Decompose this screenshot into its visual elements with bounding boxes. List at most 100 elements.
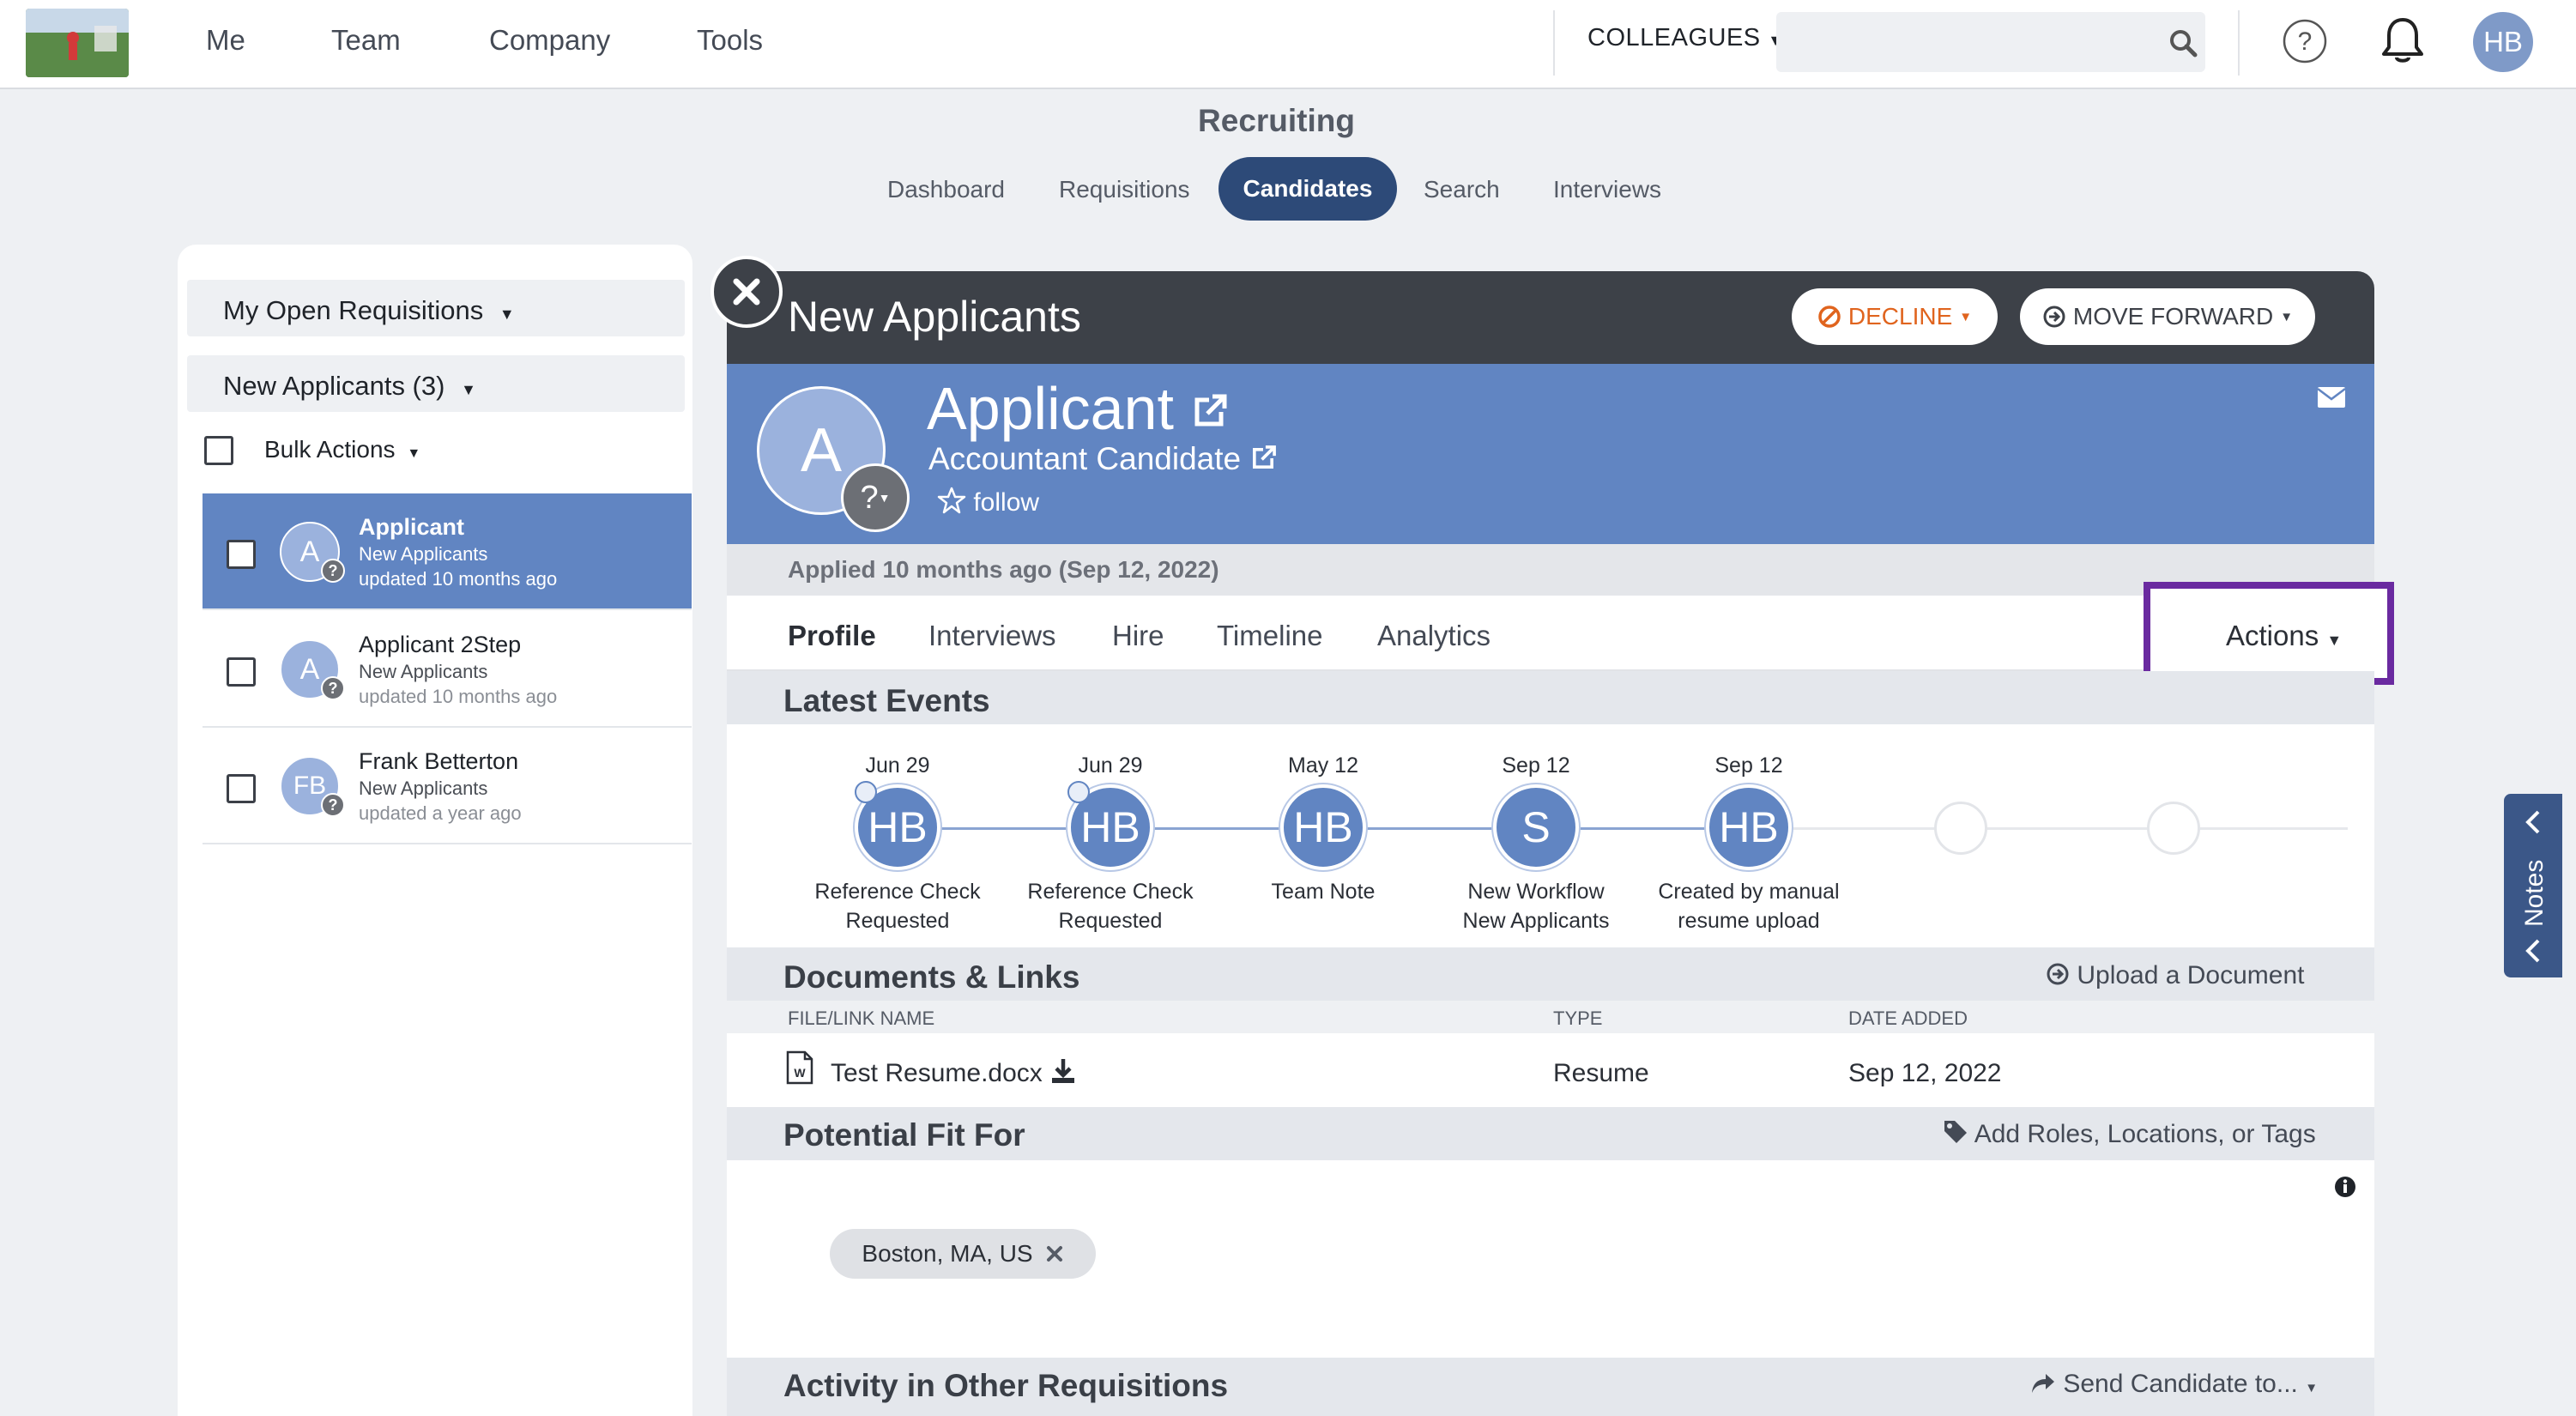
candidate-checkbox[interactable] [227, 657, 256, 687]
external-link-icon[interactable] [1190, 393, 1228, 431]
event-date: Sep 12 [1502, 753, 1570, 778]
event-node[interactable]: S [1493, 784, 1579, 870]
upload-document-link[interactable]: Upload a Document [2046, 961, 2305, 990]
requisition-filter-dropdown[interactable]: My Open Requisitions ▼ [187, 280, 685, 336]
tab-candidates[interactable]: Candidates [1218, 157, 1397, 221]
stage-filter-dropdown[interactable]: New Applicants (3) ▼ [187, 355, 685, 412]
candidate-updated: updated a year ago [359, 802, 522, 824]
candidate-stage: New Applicants [359, 543, 488, 565]
candidate-name: Applicant 2Step [359, 632, 522, 657]
external-link-icon[interactable] [1249, 445, 1277, 472]
send-candidate-label: Send Candidate to... [2063, 1370, 2298, 1398]
decline-button[interactable]: DECLINE ▼ [1792, 288, 1998, 345]
event-label: New Workflow New Applicants [1462, 880, 1610, 933]
caret-down-icon: ▼ [1959, 309, 1973, 324]
latest-events-title: Latest Events [783, 683, 990, 718]
colleague-search-box[interactable] [1776, 12, 2205, 72]
column-header-date: DATE ADDED [1848, 1008, 1968, 1029]
candidate-status-dropdown[interactable]: ? ▼ [841, 463, 910, 532]
candidate-name-heading[interactable]: Applicant [927, 374, 1228, 443]
event-node[interactable]: HB [1706, 784, 1792, 870]
candidate-list-item[interactable]: FB ? Frank Betterton New Applicants upda… [203, 728, 692, 844]
candidate-checkbox[interactable] [227, 774, 256, 803]
event-date: Jun 29 [865, 753, 930, 778]
actions-dropdown[interactable]: Actions ▼ [2226, 620, 2342, 652]
caret-down-icon: ▼ [499, 306, 515, 323]
candidate-requisition-link[interactable]: Accountant Candidate [928, 441, 1277, 477]
candidate-stage: New Applicants [359, 778, 488, 799]
close-button[interactable] [711, 256, 783, 328]
nav-company[interactable]: Company [489, 24, 610, 57]
location-tag-label: Boston, MA, US [862, 1240, 1033, 1267]
user-avatar[interactable]: HB [2473, 12, 2533, 72]
candidate-list-item[interactable]: A ? Applicant 2Step New Applicants updat… [203, 611, 692, 728]
tab-interviews[interactable]: Interviews [928, 620, 1056, 652]
share-arrow-icon [2032, 1374, 2054, 1393]
stage-filter-label: New Applicants (3) [223, 371, 445, 401]
select-all-checkbox[interactable] [204, 436, 233, 465]
tag-icon [1944, 1121, 1967, 1143]
chevron-left-icon [2525, 939, 2540, 963]
column-header-name: FILE/LINK NAME [788, 1008, 935, 1029]
question-badge-icon: ? [321, 676, 345, 700]
candidate-name-text: Applicant [927, 375, 1174, 442]
question-icon: ? [860, 479, 879, 516]
event-date: Jun 29 [1078, 753, 1143, 778]
nav-team[interactable]: Team [331, 24, 401, 57]
stage-title: New Applicants [788, 293, 1081, 341]
tab-profile[interactable]: Profile [788, 620, 876, 652]
add-tags-label: Add Roles, Locations, or Tags [1974, 1120, 2316, 1148]
candidate-checkbox[interactable] [227, 540, 256, 569]
info-icon[interactable] [2334, 1176, 2356, 1198]
nav-divider [1553, 10, 1555, 76]
actions-label: Actions [2226, 620, 2319, 651]
search-icon[interactable] [2168, 28, 2198, 57]
tab-interviews[interactable]: Interviews [1553, 176, 1661, 203]
tab-dashboard[interactable]: Dashboard [887, 176, 1005, 203]
colleagues-label: COLLEAGUES [1587, 24, 1761, 51]
document-name-link[interactable]: Test Resume.docx [831, 1059, 1043, 1088]
bulk-actions-dropdown[interactable]: Bulk Actions ▼ [264, 436, 420, 463]
notes-tab-label: Notes [2520, 859, 2549, 927]
tab-timeline[interactable]: Timeline [1217, 620, 1322, 652]
send-candidate-dropdown[interactable]: Send Candidate to... ▼ [2030, 1370, 2318, 1399]
event-date: May 12 [1288, 753, 1358, 778]
colleagues-dropdown[interactable]: COLLEAGUES ▼ [1587, 24, 1784, 52]
documents-title: Documents & Links [783, 959, 1080, 995]
add-tags-link[interactable]: Add Roles, Locations, or Tags [1943, 1119, 2316, 1149]
nav-tools[interactable]: Tools [697, 24, 763, 57]
follow-label: follow [973, 488, 1040, 517]
other-requisitions-title: Activity in Other Requisitions [783, 1368, 1229, 1403]
candidate-list-item[interactable]: A ? Applicant New Applicants updated 10 … [203, 493, 692, 610]
location-tag: Boston, MA, US [830, 1229, 1096, 1279]
move-forward-button[interactable]: MOVE FORWARD ▼ [2020, 288, 2315, 345]
arrow-circle-right-icon [2043, 306, 2065, 328]
download-icon[interactable] [1050, 1057, 1076, 1085]
help-button[interactable]: ? [2281, 17, 2329, 65]
applied-date: Applied 10 months ago (Sep 12, 2022) [788, 556, 1219, 583]
tab-requisitions[interactable]: Requisitions [1059, 176, 1190, 203]
event-label: Team Note [1271, 880, 1376, 904]
nav-me[interactable]: Me [206, 24, 245, 57]
word-document-icon: W [786, 1050, 813, 1085]
page-title: Recruiting [1198, 103, 1355, 138]
tab-search[interactable]: Search [1424, 176, 1500, 203]
upload-document-label: Upload a Document [2077, 961, 2305, 989]
remove-tag-icon[interactable] [1045, 1244, 1064, 1263]
follow-button[interactable]: follow [937, 486, 1039, 517]
caret-down-icon: ▼ [2305, 1381, 2319, 1395]
tab-hire[interactable]: Hire [1112, 620, 1164, 652]
candidate-updated: updated 10 months ago [359, 686, 558, 707]
tab-analytics[interactable]: Analytics [1377, 620, 1491, 652]
event-node[interactable]: HB [1280, 784, 1366, 870]
close-icon [733, 278, 760, 306]
notifications-button[interactable] [2379, 15, 2427, 67]
reference-badge-icon [1067, 781, 1090, 803]
search-input[interactable] [1776, 12, 2154, 72]
decline-label: DECLINE [1847, 303, 1953, 330]
envelope-icon[interactable] [2317, 386, 2346, 408]
help-icon: ? [2283, 19, 2327, 64]
company-logo[interactable] [26, 9, 129, 77]
caret-down-icon: ▼ [461, 381, 476, 398]
event-date: Sep 12 [1714, 753, 1783, 778]
